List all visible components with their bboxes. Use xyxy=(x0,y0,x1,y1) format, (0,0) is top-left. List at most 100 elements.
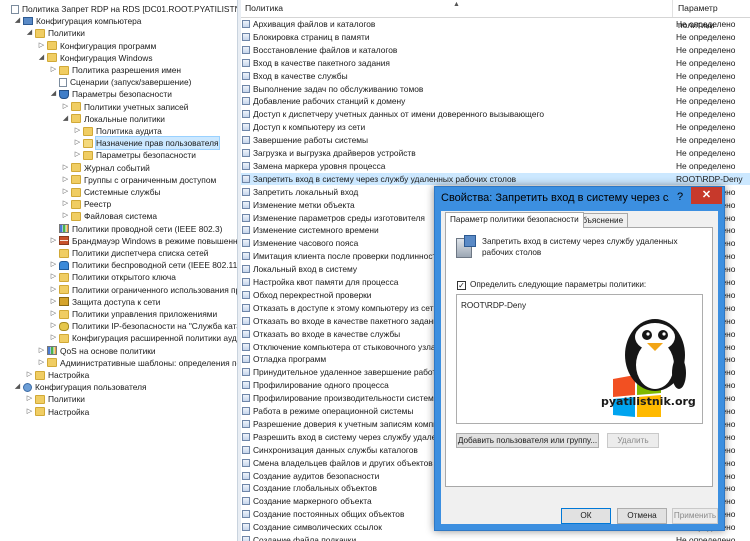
tree-node-label[interactable]: Конфигурация пользователя xyxy=(35,381,147,393)
expand-arrow-icon[interactable]: ▷ xyxy=(62,186,69,198)
tree-node[interactable]: ▷ Политики открытого ключа xyxy=(50,271,176,283)
tree-node[interactable]: ▷ Настройка xyxy=(26,406,89,418)
tree-node-label[interactable]: Конфигурация Windows xyxy=(60,52,153,64)
policy-row[interactable]: Блокировка страниц в памяти Не определено xyxy=(241,31,750,43)
tree-node[interactable]: ▷ Политики ограниченного использования пр… xyxy=(50,284,237,296)
policy-row[interactable]: Добавление рабочих станций к домену Не оп… xyxy=(241,95,750,107)
tree-node[interactable]: ▷ Политики IP-безопасности на "Служба кат… xyxy=(50,320,237,332)
expand-arrow-icon[interactable]: ▷ xyxy=(50,332,57,344)
collapse-arrow-icon[interactable]: ◢ xyxy=(50,88,57,100)
expand-arrow-icon[interactable]: ▷ xyxy=(50,259,57,271)
cancel-button[interactable]: Отмена xyxy=(617,508,667,524)
tree-node-label[interactable]: Политики проводной сети (IEEE 802.3) xyxy=(72,223,222,235)
tree-node[interactable]: ▷ QoS на основе политики xyxy=(38,345,156,357)
tree-node[interactable]: ◢ Конфигурация Windows xyxy=(38,52,153,64)
tree-node[interactable]: ◢ Конфигурация компьютера xyxy=(14,15,142,27)
tree-node[interactable]: ▷ Конфигурация программ xyxy=(38,40,156,52)
tree-node[interactable]: ▷ Файловая система xyxy=(62,210,157,222)
tree-node-label[interactable]: Назначение прав пользователя xyxy=(95,136,220,151)
policy-row[interactable]: Доступ к диспетчеру учетных данных от им… xyxy=(241,108,750,120)
define-settings-label[interactable]: Определить следующие параметры политики: xyxy=(470,280,646,289)
tree-node-label[interactable]: Политики открытого ключа xyxy=(72,271,176,283)
remove-button[interactable]: Удалить xyxy=(607,433,659,448)
tree-node[interactable]: ▷ Реестр xyxy=(62,198,111,210)
tree-node-label[interactable]: Журнал событий xyxy=(84,162,150,174)
tree-node[interactable]: ▷ Журнал событий xyxy=(62,162,150,174)
tree-node[interactable]: ▷ Административные шаблоны: определения п… xyxy=(38,357,237,369)
add-user-or-group-button[interactable]: Добавить пользователя или группу... xyxy=(456,433,599,448)
tree-node[interactable]: ▷ Параметры безопасности xyxy=(74,149,196,161)
expand-arrow-icon[interactable]: ▷ xyxy=(50,64,57,76)
tree-node-label[interactable]: Политика аудита xyxy=(96,125,162,137)
expand-arrow-icon[interactable]: ▷ xyxy=(62,210,69,222)
expand-arrow-icon[interactable]: ▷ xyxy=(62,174,69,186)
tree-node[interactable]: ▷ Системные службы xyxy=(62,186,161,198)
tree-node-label[interactable]: Политики IP-безопасности на "Служба ката… xyxy=(72,320,237,332)
policy-row[interactable]: Загрузка и выгрузка драйверов устройств Н… xyxy=(241,147,750,159)
tree-node-label[interactable]: Параметры безопасности xyxy=(72,88,172,100)
tree-node-label[interactable]: Конфигурация программ xyxy=(60,40,156,52)
expand-arrow-icon[interactable]: ▷ xyxy=(26,406,33,418)
tree-node[interactable]: ▷ Настройка xyxy=(26,369,89,381)
tree-node-label[interactable]: Настройка xyxy=(48,406,89,418)
policy-row[interactable]: Завершение работы системы Не определено xyxy=(241,134,750,146)
policy-row[interactable]: Замена маркера уровня процесса Не определ… xyxy=(241,160,750,172)
policy-row[interactable]: Восстановление файлов и каталогов Не опре… xyxy=(241,44,750,56)
tree-node-label[interactable]: Политика разрешения имен xyxy=(72,64,181,76)
tree-node-label[interactable]: Политики учетных записей xyxy=(84,101,188,113)
expand-arrow-icon[interactable]: ▷ xyxy=(50,308,57,320)
collapse-arrow-icon[interactable]: ◢ xyxy=(14,15,21,27)
tree-node[interactable]: ▷ Политика аудита xyxy=(74,125,162,137)
tree-node[interactable]: Сценарии (запуск/завершение) xyxy=(50,76,191,88)
expand-arrow-icon[interactable]: ▷ xyxy=(62,101,69,113)
expand-arrow-icon[interactable]: ▷ xyxy=(38,40,45,52)
tree-node-label[interactable]: Настройка xyxy=(48,369,89,381)
account-entry[interactable]: ROOT\RDP-Deny xyxy=(461,301,526,310)
tree-node[interactable]: ◢ Локальные политики xyxy=(62,113,165,125)
tree-node[interactable]: ◢ Конфигурация пользователя xyxy=(14,381,147,393)
expand-arrow-icon[interactable]: ▷ xyxy=(50,235,57,247)
policy-row[interactable]: Архивация файлов и каталогов Не определен… xyxy=(241,18,750,30)
tree-node-label[interactable]: Политики ограниченного использования про… xyxy=(72,284,237,296)
tree-node-label[interactable]: Сценарии (запуск/завершение) xyxy=(70,76,191,88)
collapse-arrow-icon[interactable]: ◢ xyxy=(62,113,69,125)
tree-node-label[interactable]: QoS на основе политики xyxy=(60,345,156,357)
expand-arrow-icon[interactable]: ▷ xyxy=(50,320,57,332)
tree-node-label[interactable]: Системные службы xyxy=(84,186,161,198)
collapse-arrow-icon[interactable]: ◢ xyxy=(14,381,21,393)
tree-node-label[interactable]: Параметры безопасности xyxy=(96,149,196,161)
tree-node[interactable]: ▷ Политики учетных записей xyxy=(62,101,189,113)
tree-node[interactable]: ▷ Конфигурация расширенной политики аудит… xyxy=(50,332,237,344)
tree-node[interactable]: ▷ Политики беспроводной сети (IEEE 802.11… xyxy=(50,259,237,271)
tree-node[interactable]: ▷ Брандмауэр Windows в режиме повышенной … xyxy=(50,235,237,247)
expand-arrow-icon[interactable]: ▷ xyxy=(38,345,45,357)
tree-node[interactable]: Политика Запрет RDP на RDS [DC01.ROOT.PY… xyxy=(2,3,237,15)
collapse-arrow-icon[interactable]: ◢ xyxy=(38,52,45,64)
tree-node[interactable]: ▷ Политики управления приложениями xyxy=(50,308,217,320)
tab-security-setting[interactable]: Параметр политики безопасности xyxy=(445,212,584,228)
tree-node-label[interactable]: Политики беспроводной сети (IEEE 802.11) xyxy=(72,259,237,271)
policy-row[interactable]: Доступ к компьютеру из сети Не определено xyxy=(241,121,750,133)
tree-node-label[interactable]: Файловая система xyxy=(84,210,157,222)
expand-arrow-icon[interactable]: ▷ xyxy=(62,162,69,174)
tree-node-label[interactable]: Группы с ограниченным доступом xyxy=(84,174,216,186)
collapse-arrow-icon[interactable]: ◢ xyxy=(26,27,33,39)
tree-node-label[interactable]: Политики xyxy=(48,393,85,405)
policy-row[interactable]: Вход в качестве службы Не определено xyxy=(241,70,750,82)
close-button[interactable]: ✕ xyxy=(691,187,722,204)
policy-row[interactable]: Выполнение задач по обслуживанию томов Не… xyxy=(241,83,750,95)
tree-node[interactable]: ▷ Политика разрешения имен xyxy=(50,64,181,76)
expand-arrow-icon[interactable]: ▷ xyxy=(38,357,45,369)
ok-button[interactable]: ОК xyxy=(561,508,611,524)
tree-node[interactable]: ▷ Защита доступа к сети xyxy=(50,296,161,308)
expand-arrow-icon[interactable]: ▷ xyxy=(26,393,33,405)
tree-node-label[interactable]: Политики xyxy=(48,27,85,39)
expand-arrow-icon[interactable]: ▷ xyxy=(50,271,57,283)
expand-arrow-icon[interactable]: ▷ xyxy=(74,137,81,149)
tree-node[interactable]: Политики диспетчера списка сетей xyxy=(50,247,208,259)
tree-node-label[interactable]: Брандмауэр Windows в режиме повышенной б… xyxy=(72,235,237,247)
tree-node-label[interactable]: Локальные политики xyxy=(84,113,165,125)
console-tree[interactable]: Политика Запрет RDP на RDS [DC01.ROOT.PY… xyxy=(0,0,237,541)
policy-row[interactable]: Вход в качестве пакетного задания Не опре… xyxy=(241,57,750,69)
tree-node[interactable]: ▷ Назначение прав пользователя xyxy=(74,136,220,151)
